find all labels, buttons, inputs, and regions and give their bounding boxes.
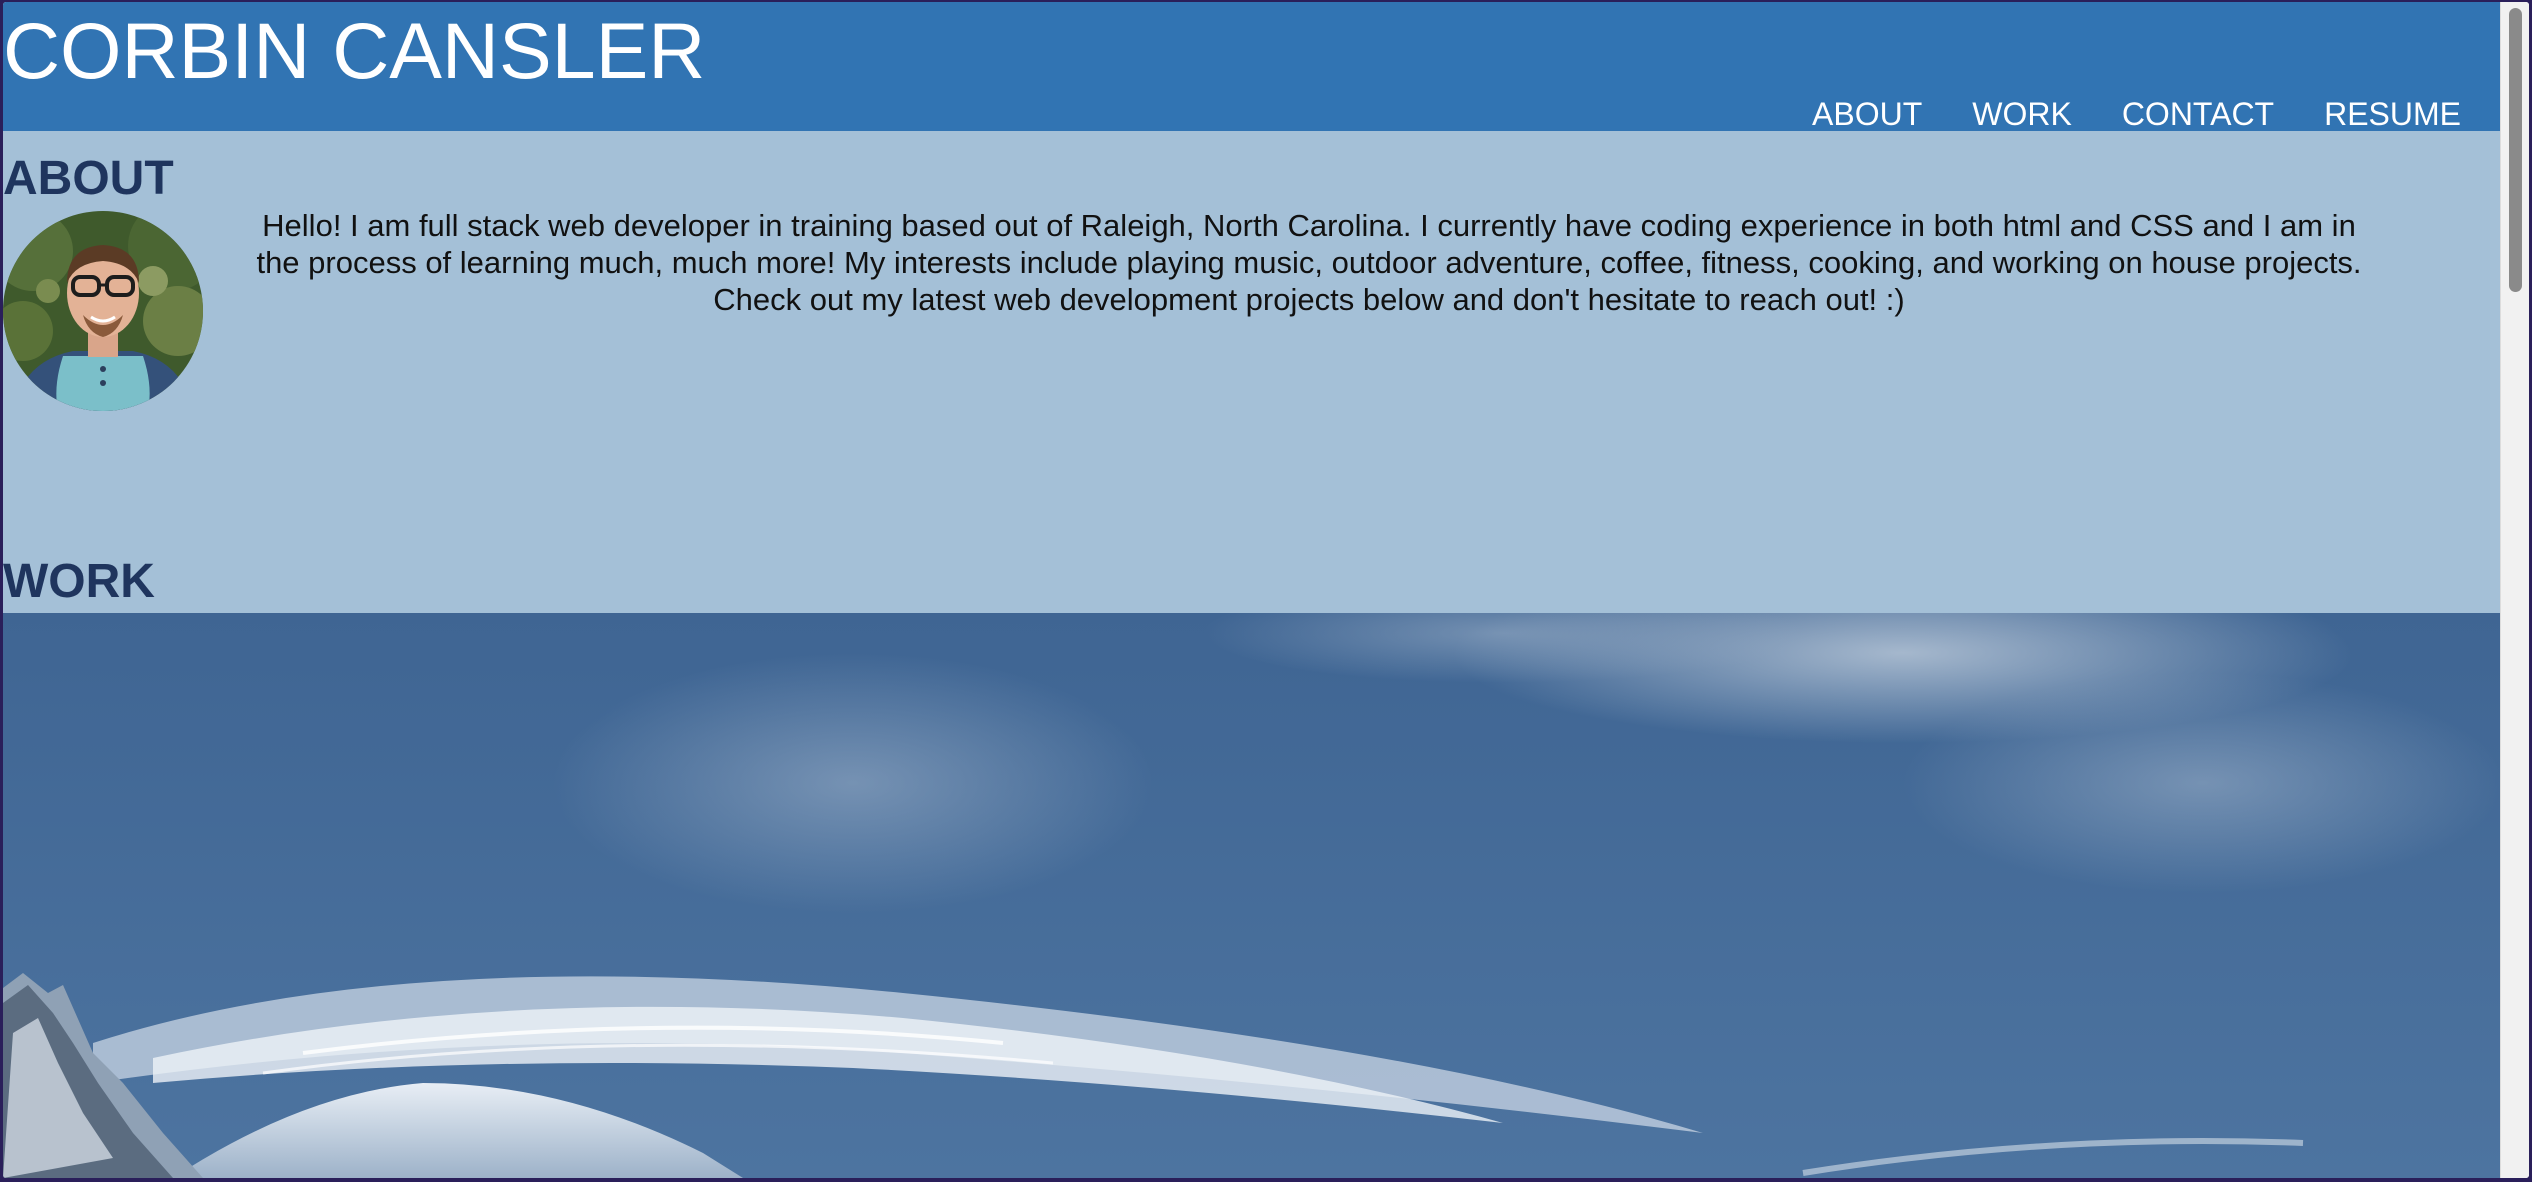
page: CORBIN CANSLER ABOUT WORK CONTACT RESUME…	[3, 2, 2501, 1178]
about-section: ABOUT Hello! I am full stack web develop…	[3, 131, 2501, 613]
main-nav: ABOUT WORK CONTACT RESUME	[1812, 92, 2461, 136]
work-section	[3, 613, 2501, 1178]
avatar	[3, 211, 203, 411]
nav-link-about[interactable]: ABOUT	[1812, 92, 1922, 136]
browser-window: CORBIN CANSLER ABOUT WORK CONTACT RESUME…	[3, 2, 2529, 1178]
site-header: CORBIN CANSLER ABOUT WORK CONTACT RESUME	[3, 2, 2501, 132]
nav-link-resume[interactable]: RESUME	[2324, 92, 2461, 136]
mountain-landscape-icon	[3, 613, 2501, 1178]
profile-photo-icon	[3, 211, 203, 411]
about-heading: ABOUT	[3, 152, 174, 205]
site-title: CORBIN CANSLER	[3, 6, 706, 95]
vertical-scrollbar[interactable]	[2500, 2, 2529, 1178]
scrollbar-thumb[interactable]	[2509, 8, 2522, 292]
nav-link-work[interactable]: WORK	[1972, 92, 2072, 136]
work-heading: WORK	[3, 555, 155, 608]
about-bio: Hello! I am full stack web developer in …	[256, 208, 2362, 317]
nav-link-contact[interactable]: CONTACT	[2122, 92, 2274, 136]
